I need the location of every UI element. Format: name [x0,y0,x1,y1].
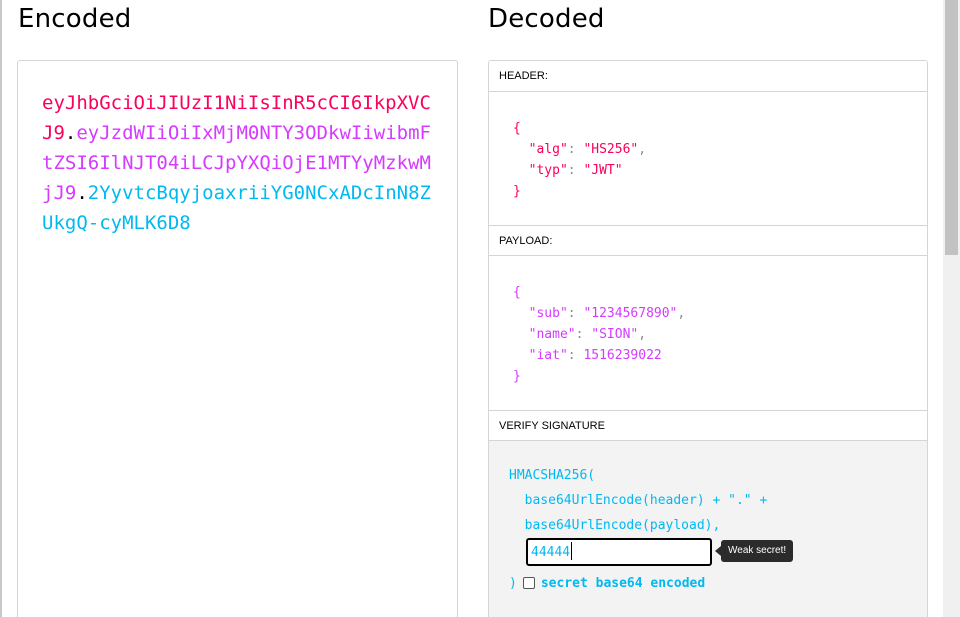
json-key: "iat" [528,348,568,363]
header-section-label: HEADER: [489,61,927,92]
close-paren: ) [509,575,517,591]
verify-line-payload: base64UrlEncode(payload), [509,518,721,533]
decoded-heading: Decoded [488,4,605,34]
secret-base64-checkbox[interactable] [522,577,535,589]
json-close-brace: } [513,369,521,384]
verify-signature-area: HMACSHA256( base64UrlEncode(header) + ".… [489,441,927,617]
page-scrollbar-thumb[interactable] [945,0,958,255]
decoded-panel: HEADER: { "alg": "HS256", "typ": "JWT" }… [488,60,928,617]
secret-base64-label[interactable]: secret base64 encoded [541,576,705,591]
header-json-editor[interactable]: { "alg": "HS256", "typ": "JWT" } [513,118,927,202]
verify-code: HMACSHA256( base64UrlEncode(header) + ".… [509,463,767,538]
json-key: "sub" [528,306,568,321]
token-signature-part: 2YyvtcBqyjoaxriiYG0NCxADcInN8ZUkgQ-cyMLK… [42,182,431,234]
json-open-brace: { [513,285,521,300]
token-dot: . [76,182,88,204]
text-caret [571,542,572,560]
json-key: "name" [528,327,576,342]
json-value: "1234567890" [583,306,678,321]
verify-line-header: base64UrlEncode(header) + "." + [509,493,768,508]
json-key: "typ" [528,163,568,178]
payload-section-label: PAYLOAD: [489,225,927,256]
secret-input[interactable] [526,538,712,566]
verify-line-hmac: HMACSHA256( [509,468,596,483]
weak-secret-tooltip: Weak secret! [714,540,794,562]
encoded-token-text[interactable]: eyJhbGciOiJIUzI1NiIsInR5cCI6IkpXVCJ9.eyJ… [42,88,442,238]
json-key: "alg" [528,142,568,157]
json-value: "HS256" [583,142,639,157]
json-value: "SION" [591,327,639,342]
json-row-typ: "typ": "JWT" [528,163,623,178]
encoded-token-editor[interactable]: eyJhbGciOiJIUzI1NiIsInR5cCI6IkpXVCJ9.eyJ… [17,60,458,617]
verify-signature-section-label: VERIFY SIGNATURE [489,410,927,441]
json-close-brace: } [513,184,521,199]
json-open-brace: { [513,121,521,136]
encoded-heading: Encoded [18,4,132,34]
json-row-sub: "sub": "1234567890", [528,306,686,321]
json-value: 1516239022 [583,348,662,363]
verify-close-row: ) secret base64 encoded [509,573,705,593]
json-row-iat: "iat": 1516239022 [528,348,662,363]
json-value: "JWT" [583,163,623,178]
token-dot: . [64,122,77,144]
left-edge-divider [0,0,2,617]
json-row-alg: "alg": "HS256", [528,142,647,157]
payload-json-editor[interactable]: { "sub": "1234567890", "name": "SION", "… [513,282,927,387]
json-row-name: "name": "SION", [528,327,647,342]
